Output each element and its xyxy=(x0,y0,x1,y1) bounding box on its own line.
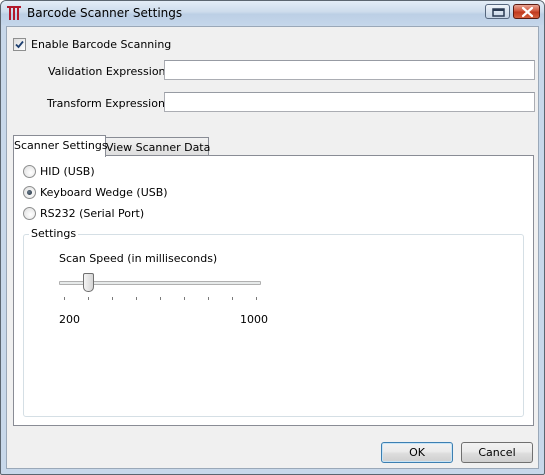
restore-icon xyxy=(492,8,505,17)
close-icon xyxy=(521,6,534,18)
slider-tick xyxy=(112,297,113,300)
tab-view-scanner-data[interactable]: View Scanner Data xyxy=(105,137,210,157)
validation-expression-label: Validation Expression xyxy=(48,65,166,78)
scan-speed-slider-thumb[interactable] xyxy=(83,273,94,292)
slider-tick xyxy=(208,297,209,300)
validation-expression-input[interactable] xyxy=(164,60,535,80)
radio-rs232[interactable] xyxy=(23,207,36,220)
dialog-window: Barcode Scanner Settings Enable Barcode … xyxy=(0,0,545,475)
restore-button[interactable] xyxy=(485,4,510,19)
radio-selected-dot xyxy=(27,190,32,195)
slider-tick xyxy=(184,297,185,300)
enable-scanning-label: Enable Barcode Scanning xyxy=(31,38,172,51)
cancel-button[interactable]: Cancel xyxy=(461,442,533,463)
close-button[interactable] xyxy=(513,4,540,19)
slider-min-label: 200 xyxy=(59,313,80,326)
settings-group-title: Settings xyxy=(29,227,79,240)
settings-groupbox: Settings Scan Speed (in milliseconds) 20… xyxy=(23,227,524,417)
app-logo-icon xyxy=(7,6,21,20)
slider-max-label: 1000 xyxy=(240,313,268,326)
enable-scanning-checkbox[interactable] xyxy=(13,38,26,51)
window-title: Barcode Scanner Settings xyxy=(27,6,183,20)
dialog-client-area: Enable Barcode Scanning Validation Expre… xyxy=(6,26,539,469)
slider-tick xyxy=(232,297,233,300)
slider-tick xyxy=(88,297,89,300)
radio-hid-usb-label: HID (USB) xyxy=(40,165,95,178)
tab-scanner-settings[interactable]: Scanner Settings xyxy=(13,135,108,157)
slider-tick xyxy=(160,297,161,300)
transform-expression-label: Transform Expression xyxy=(47,97,165,110)
radio-rs232-label: RS232 (Serial Port) xyxy=(40,207,145,220)
scan-speed-label: Scan Speed (in milliseconds) xyxy=(59,252,218,265)
checkmark-icon xyxy=(15,40,24,49)
slider-tick xyxy=(256,297,257,300)
slider-tick xyxy=(64,297,65,300)
radio-hid-usb[interactable] xyxy=(23,165,36,178)
scanner-settings-panel: HID (USB) Keyboard Wedge (USB) RS232 (Se… xyxy=(13,155,534,426)
slider-tick xyxy=(136,297,137,300)
radio-keyboard-wedge[interactable] xyxy=(23,186,36,199)
transform-expression-input[interactable] xyxy=(164,92,535,112)
radio-keyboard-wedge-label: Keyboard Wedge (USB) xyxy=(40,186,168,199)
ok-button[interactable]: OK xyxy=(381,442,453,463)
title-bar[interactable]: Barcode Scanner Settings xyxy=(1,1,544,25)
